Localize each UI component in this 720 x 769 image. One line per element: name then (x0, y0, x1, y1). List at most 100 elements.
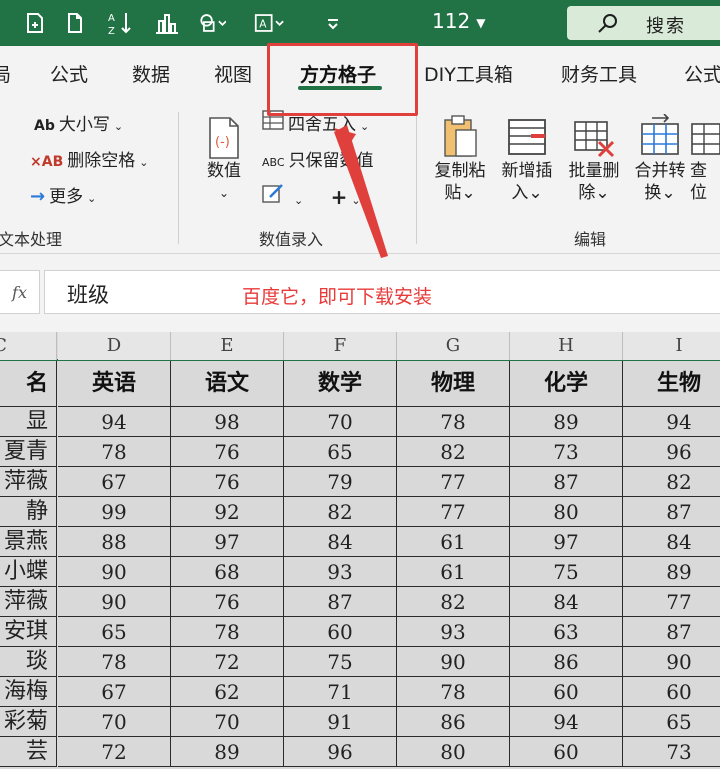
score-cell[interactable]: 76 (171, 467, 284, 497)
score-cell[interactable]: 84 (284, 527, 397, 557)
header-cell[interactable]: 英语 (58, 361, 171, 407)
tab-home-partial[interactable]: 局 (0, 60, 11, 87)
score-cell[interactable]: 60 (510, 677, 623, 707)
score-cell[interactable]: 73 (623, 737, 720, 767)
score-cell[interactable]: 82 (623, 467, 720, 497)
score-cell[interactable]: 63 (510, 617, 623, 647)
tab-formulas-2[interactable]: 公式 (684, 60, 720, 87)
name-cell[interactable]: 显 (0, 407, 57, 437)
score-cell[interactable]: 70 (284, 407, 397, 437)
score-cell[interactable]: 82 (284, 497, 397, 527)
keep-values-button[interactable]: ABC 只保留数值 (262, 146, 374, 171)
score-cell[interactable]: 65 (58, 617, 171, 647)
score-cell[interactable]: 92 (171, 497, 284, 527)
score-cell[interactable]: 97 (171, 527, 284, 557)
score-cell[interactable]: 60 (510, 737, 623, 767)
new-document-icon[interactable] (60, 8, 90, 38)
score-cell[interactable]: 99 (58, 497, 171, 527)
header-cell[interactable]: 物理 (397, 361, 510, 407)
score-cell[interactable]: 98 (171, 407, 284, 437)
tab-finance-tools[interactable]: 财务工具 (561, 60, 637, 87)
score-cell[interactable]: 84 (510, 587, 623, 617)
score-cell[interactable]: 78 (397, 407, 510, 437)
score-cell[interactable]: 61 (397, 557, 510, 587)
insert-function-icon[interactable]: fx (0, 270, 40, 314)
chevron-down-icon[interactable]: ⌄ (351, 194, 360, 207)
score-cell[interactable]: 86 (397, 707, 510, 737)
score-cell[interactable]: 96 (284, 737, 397, 767)
score-cell[interactable]: 82 (397, 587, 510, 617)
score-cell[interactable]: 89 (623, 557, 720, 587)
save-to-cloud-icon[interactable] (20, 8, 50, 38)
name-cell[interactable]: 海梅 (0, 677, 57, 707)
name-cell[interactable]: 萍薇 (0, 587, 57, 617)
column-header[interactable]: G (397, 332, 510, 360)
score-cell[interactable]: 80 (397, 737, 510, 767)
score-cell[interactable]: 82 (397, 437, 510, 467)
score-cell[interactable]: 65 (623, 707, 720, 737)
score-cell[interactable]: 70 (58, 707, 171, 737)
name-cell[interactable]: 萍薇 (0, 467, 57, 497)
name-cell[interactable]: 静 (0, 497, 57, 527)
score-cell[interactable]: 76 (171, 587, 284, 617)
merge-convert-button[interactable]: 合并转 换⌄ (630, 108, 690, 204)
add-insert-button[interactable]: 新增插 入⌄ (497, 108, 557, 204)
score-cell[interactable]: 62 (171, 677, 284, 707)
plus-icon[interactable]: + (331, 185, 348, 209)
column-header[interactable]: C (0, 332, 57, 360)
score-cell[interactable]: 87 (623, 497, 720, 527)
score-cell[interactable]: 60 (623, 677, 720, 707)
score-cell[interactable]: 90 (58, 587, 171, 617)
header-cell[interactable]: 生物 (623, 361, 720, 407)
edit-cell-icon[interactable] (262, 182, 286, 208)
chevron-down-icon[interactable]: ⌄ (294, 194, 303, 207)
score-cell[interactable]: 96 (623, 437, 720, 467)
score-cell[interactable]: 89 (510, 407, 623, 437)
score-cell[interactable]: 77 (623, 587, 720, 617)
column-header[interactable]: I (623, 332, 720, 360)
name-cell[interactable]: 彩菊 (0, 707, 57, 737)
score-cell[interactable]: 72 (58, 737, 171, 767)
header-cell[interactable]: 数学 (284, 361, 397, 407)
score-cell[interactable]: 80 (510, 497, 623, 527)
score-cell[interactable]: 71 (284, 677, 397, 707)
header-cell[interactable]: 化学 (510, 361, 623, 407)
header-cell[interactable]: 语文 (171, 361, 284, 407)
score-cell[interactable]: 77 (397, 467, 510, 497)
remove-spaces-button[interactable]: ×AB 删除空格 ⌄ (30, 146, 148, 171)
score-cell[interactable]: 90 (623, 647, 720, 677)
zoom-dropdown[interactable]: 112 ▼ (432, 9, 485, 33)
column-header[interactable]: H (510, 332, 623, 360)
score-cell[interactable]: 67 (58, 467, 171, 497)
number-button[interactable]: (-) 数值 ⌄ (194, 108, 254, 204)
score-cell[interactable]: 86 (510, 647, 623, 677)
score-cell[interactable]: 75 (284, 647, 397, 677)
score-cell[interactable]: 78 (397, 677, 510, 707)
score-cell[interactable]: 77 (397, 497, 510, 527)
sort-az-icon[interactable]: AZ (106, 8, 136, 38)
score-cell[interactable]: 72 (171, 647, 284, 677)
case-button[interactable]: Ab 大小写 ⌄ (34, 110, 123, 135)
chart-icon[interactable] (152, 8, 182, 38)
locate-button[interactable]: 查 位 (690, 108, 720, 204)
more-button[interactable]: → 更多 ⌄ (30, 182, 96, 207)
score-cell[interactable]: 97 (510, 527, 623, 557)
header-cell[interactable]: 名 (0, 361, 57, 407)
score-cell[interactable]: 67 (58, 677, 171, 707)
score-cell[interactable]: 90 (58, 557, 171, 587)
name-cell[interactable]: 小蝶 (0, 557, 57, 587)
column-header[interactable]: D (58, 332, 171, 360)
score-cell[interactable]: 79 (284, 467, 397, 497)
score-cell[interactable]: 89 (171, 737, 284, 767)
score-cell[interactable]: 94 (58, 407, 171, 437)
score-cell[interactable]: 78 (171, 617, 284, 647)
tab-data[interactable]: 数据 (132, 60, 170, 87)
score-cell[interactable]: 94 (623, 407, 720, 437)
score-cell[interactable]: 94 (510, 707, 623, 737)
score-cell[interactable]: 87 (284, 587, 397, 617)
shapes-icon[interactable] (196, 8, 226, 38)
score-cell[interactable]: 73 (510, 437, 623, 467)
score-cell[interactable]: 60 (284, 617, 397, 647)
sheet-grid[interactable]: CDEFGHI名英语语文数学物理化学生物显949870788994夏青78766… (0, 332, 720, 769)
copy-paste-button[interactable]: 复制粘 贴⌄ (430, 108, 490, 204)
